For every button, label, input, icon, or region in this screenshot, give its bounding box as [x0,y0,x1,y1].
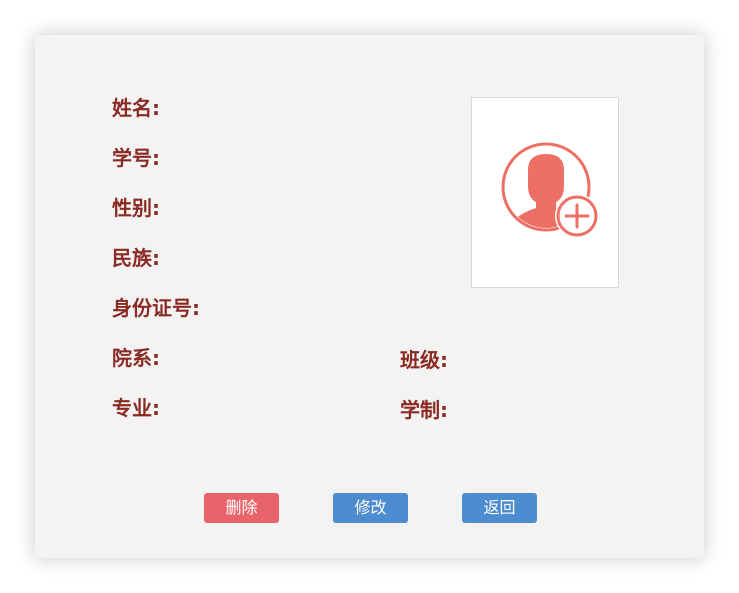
delete-button[interactable]: 删除 [204,493,279,523]
program-length-label: 学制: [400,398,448,422]
student-info-card: 姓名: 学号: 性别: 民族: 身份证号: 院系: 班级: 专业: 学制: 删除… [35,35,704,558]
back-button[interactable]: 返回 [462,493,537,523]
gender-label: 性别: [112,196,160,220]
id-number-label: 身份证号: [112,296,200,320]
ethnicity-label: 民族: [112,246,160,270]
name-label: 姓名: [112,96,160,120]
photo-upload-box[interactable] [471,97,619,288]
department-label: 院系: [112,346,160,370]
student-id-label: 学号: [112,146,160,170]
add-avatar-icon [501,142,599,238]
major-label: 专业: [112,396,160,420]
modify-button[interactable]: 修改 [333,493,408,523]
class-label: 班级: [400,348,448,372]
